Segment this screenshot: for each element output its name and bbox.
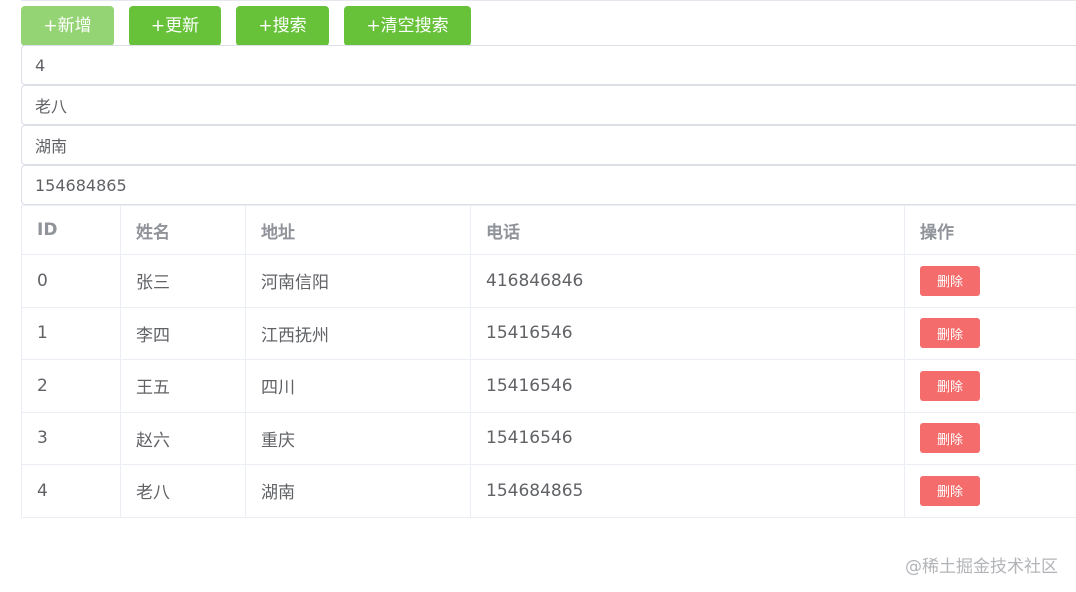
cell-actions: 删除 xyxy=(904,306,1076,360)
table-row: 3 赵六 重庆 15416546 删除 xyxy=(21,411,1076,465)
search-button[interactable]: +搜索 xyxy=(236,6,329,46)
cell-phone: 15416546 xyxy=(470,306,905,360)
table-row: 2 王五 四川 15416546 删除 xyxy=(21,359,1076,413)
cell-id: 4 xyxy=(21,464,121,518)
cell-phone: 15416546 xyxy=(470,411,905,465)
cell-name: 赵六 xyxy=(120,411,246,465)
cell-address: 四川 xyxy=(245,359,471,413)
cell-actions: 删除 xyxy=(904,254,1076,308)
cell-phone: 15416546 xyxy=(470,359,905,413)
cell-name: 张三 xyxy=(120,254,246,308)
cell-address: 河南信阳 xyxy=(245,254,471,308)
cell-id: 2 xyxy=(21,359,121,413)
cell-phone: 416846846 xyxy=(470,254,905,308)
cell-id: 0 xyxy=(21,254,121,308)
cell-name: 李四 xyxy=(120,306,246,360)
cell-address: 重庆 xyxy=(245,411,471,465)
delete-button[interactable]: 删除 xyxy=(920,423,980,454)
toolbar: +新增 +更新 +搜索 +清空搜索 xyxy=(21,0,1076,46)
cell-actions: 删除 xyxy=(904,359,1076,413)
cell-id: 1 xyxy=(21,306,121,360)
table-row: 1 李四 江西抚州 15416546 删除 xyxy=(21,306,1076,360)
column-header-address: 地址 xyxy=(245,205,471,255)
cell-address: 湖南 xyxy=(245,464,471,518)
table-row: 4 老八 湖南 154684865 删除 xyxy=(21,464,1076,518)
cell-actions: 删除 xyxy=(904,411,1076,465)
address-input[interactable] xyxy=(21,125,1076,165)
update-button[interactable]: +更新 xyxy=(129,6,221,46)
delete-button[interactable]: 删除 xyxy=(920,370,980,401)
column-header-name: 姓名 xyxy=(120,205,246,255)
cell-id: 3 xyxy=(21,411,121,465)
data-table: ID 姓名 地址 电话 操作 0 张三 河南信阳 416846846 删除 1 … xyxy=(21,205,1076,518)
cell-name: 王五 xyxy=(120,359,246,413)
cell-address: 江西抚州 xyxy=(245,306,471,360)
cell-actions: 删除 xyxy=(904,464,1076,518)
column-header-phone: 电话 xyxy=(470,205,905,255)
column-header-actions: 操作 xyxy=(904,205,1076,255)
id-input[interactable] xyxy=(21,45,1076,85)
cell-name: 老八 xyxy=(120,464,246,518)
delete-button[interactable]: 删除 xyxy=(920,265,980,296)
name-input[interactable] xyxy=(21,85,1076,125)
phone-input[interactable] xyxy=(21,165,1076,205)
cell-phone: 154684865 xyxy=(470,464,905,518)
watermark: @稀土掘金技术社区 xyxy=(905,557,1058,577)
delete-button[interactable]: 删除 xyxy=(920,318,980,349)
clear-search-button[interactable]: +清空搜索 xyxy=(344,6,471,46)
column-header-id: ID xyxy=(21,205,121,255)
table-row: 0 张三 河南信阳 416846846 删除 xyxy=(21,254,1076,308)
table-header-row: ID 姓名 地址 电话 操作 xyxy=(21,205,1076,255)
data-table-container: ID 姓名 地址 电话 操作 0 张三 河南信阳 416846846 删除 1 … xyxy=(21,205,1076,518)
delete-button[interactable]: 删除 xyxy=(920,475,980,506)
add-button[interactable]: +新增 xyxy=(21,6,114,46)
